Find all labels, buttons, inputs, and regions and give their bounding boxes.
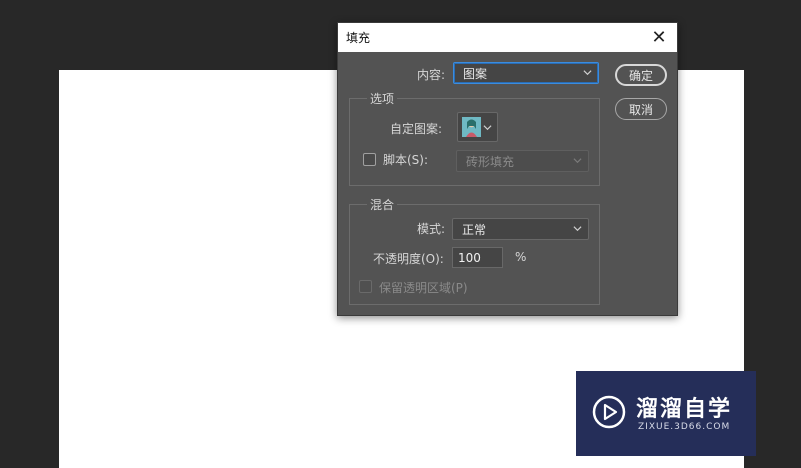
script-select[interactable]: 砖形填充	[456, 150, 589, 172]
close-icon[interactable]: ✕	[649, 27, 669, 48]
opacity-label: 不透明度(O):	[373, 252, 444, 266]
script-checkbox[interactable]	[363, 153, 376, 166]
options-group-title: 选项	[367, 90, 398, 107]
chevron-down-icon	[583, 70, 592, 76]
watermark-subtitle: ZIXUE.3D66.COM	[638, 422, 731, 432]
content-select-value: 图案	[463, 66, 488, 81]
chevron-down-icon	[573, 226, 582, 232]
pattern-picker[interactable]	[457, 112, 498, 142]
watermark-badge: 溜溜自学 ZIXUE.3D66.COM	[576, 371, 756, 456]
ok-button[interactable]: 确定	[615, 64, 667, 86]
pattern-thumbnail	[462, 117, 481, 137]
script-label: 脚本(S):	[383, 153, 429, 167]
cancel-button[interactable]: 取消	[615, 98, 667, 120]
opacity-unit: %	[515, 250, 527, 264]
content-label: 内容:	[417, 68, 446, 82]
dialog-titlebar: 填充 ✕	[338, 23, 677, 52]
preserve-transparency-checkbox[interactable]	[359, 280, 372, 293]
script-select-value: 砖形填充	[466, 154, 515, 169]
blending-group-title: 混合	[367, 196, 398, 213]
opacity-input[interactable]: 100	[452, 247, 503, 268]
mode-select[interactable]: 正常	[452, 218, 589, 240]
fill-dialog: 填充 ✕ 内容: 图案 确定 取消 选项 自定图案: 脚本(S): 砖形填充 混…	[337, 22, 678, 316]
content-select[interactable]: 图案	[453, 62, 599, 84]
custom-pattern-label: 自定图案:	[390, 122, 443, 136]
chevron-down-icon	[483, 125, 492, 131]
chevron-down-icon	[573, 158, 582, 164]
play-logo-icon	[592, 395, 626, 429]
mode-label: 模式:	[417, 222, 446, 236]
watermark-title: 溜溜自学	[636, 397, 733, 422]
preserve-transparency-label: 保留透明区域(P)	[379, 281, 468, 295]
mode-select-value: 正常	[462, 222, 487, 237]
pattern-image-icon	[462, 117, 481, 137]
dialog-title: 填充	[346, 31, 371, 45]
